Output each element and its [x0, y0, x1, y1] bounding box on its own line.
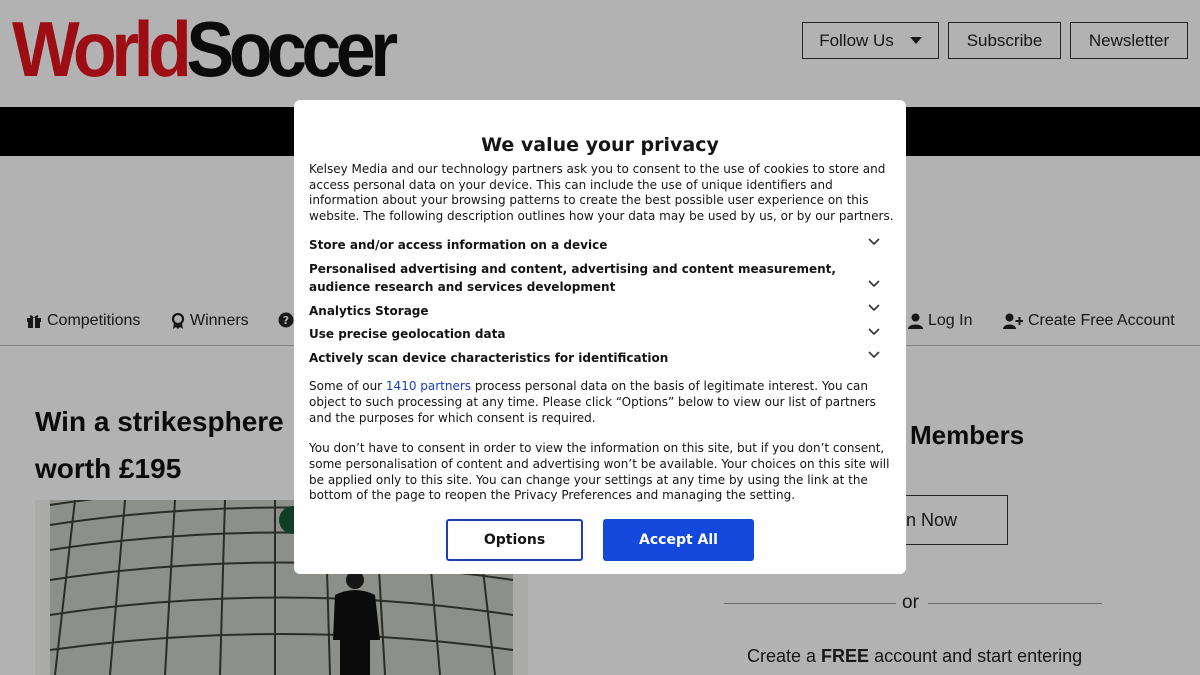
- privacy-consent-dialog: We value your privacy Kelsey Media and o…: [294, 100, 906, 574]
- chevron-down-icon[interactable]: [867, 350, 881, 360]
- purpose-personalised-advertising[interactable]: Personalised advertising and content, ad…: [309, 261, 854, 296]
- legitimate-interest-text: Some of our 1410 partners process person…: [309, 379, 894, 426]
- purpose-analytics-storage[interactable]: Analytics Storage: [309, 303, 884, 321]
- partners-link[interactable]: 1410 partners: [386, 379, 471, 393]
- accept-all-button[interactable]: Accept All: [603, 519, 754, 561]
- chevron-down-icon[interactable]: [867, 303, 881, 313]
- options-button[interactable]: Options: [446, 519, 583, 561]
- consent-title: We value your privacy: [481, 134, 719, 156]
- chevron-down-icon[interactable]: [867, 237, 881, 247]
- purpose-store-access[interactable]: Store and/or access information on a dev…: [309, 237, 884, 255]
- legit-prefix: Some of our: [309, 379, 386, 393]
- purpose-device-scan[interactable]: Actively scan device characteristics for…: [309, 350, 884, 368]
- no-consent-text: You don’t have to consent in order to vi…: [309, 441, 890, 503]
- purpose-geolocation[interactable]: Use precise geolocation data: [309, 326, 884, 344]
- chevron-down-icon[interactable]: [867, 327, 881, 337]
- consent-intro: Kelsey Media and our technology partners…: [309, 162, 894, 223]
- chevron-down-icon[interactable]: [867, 279, 881, 289]
